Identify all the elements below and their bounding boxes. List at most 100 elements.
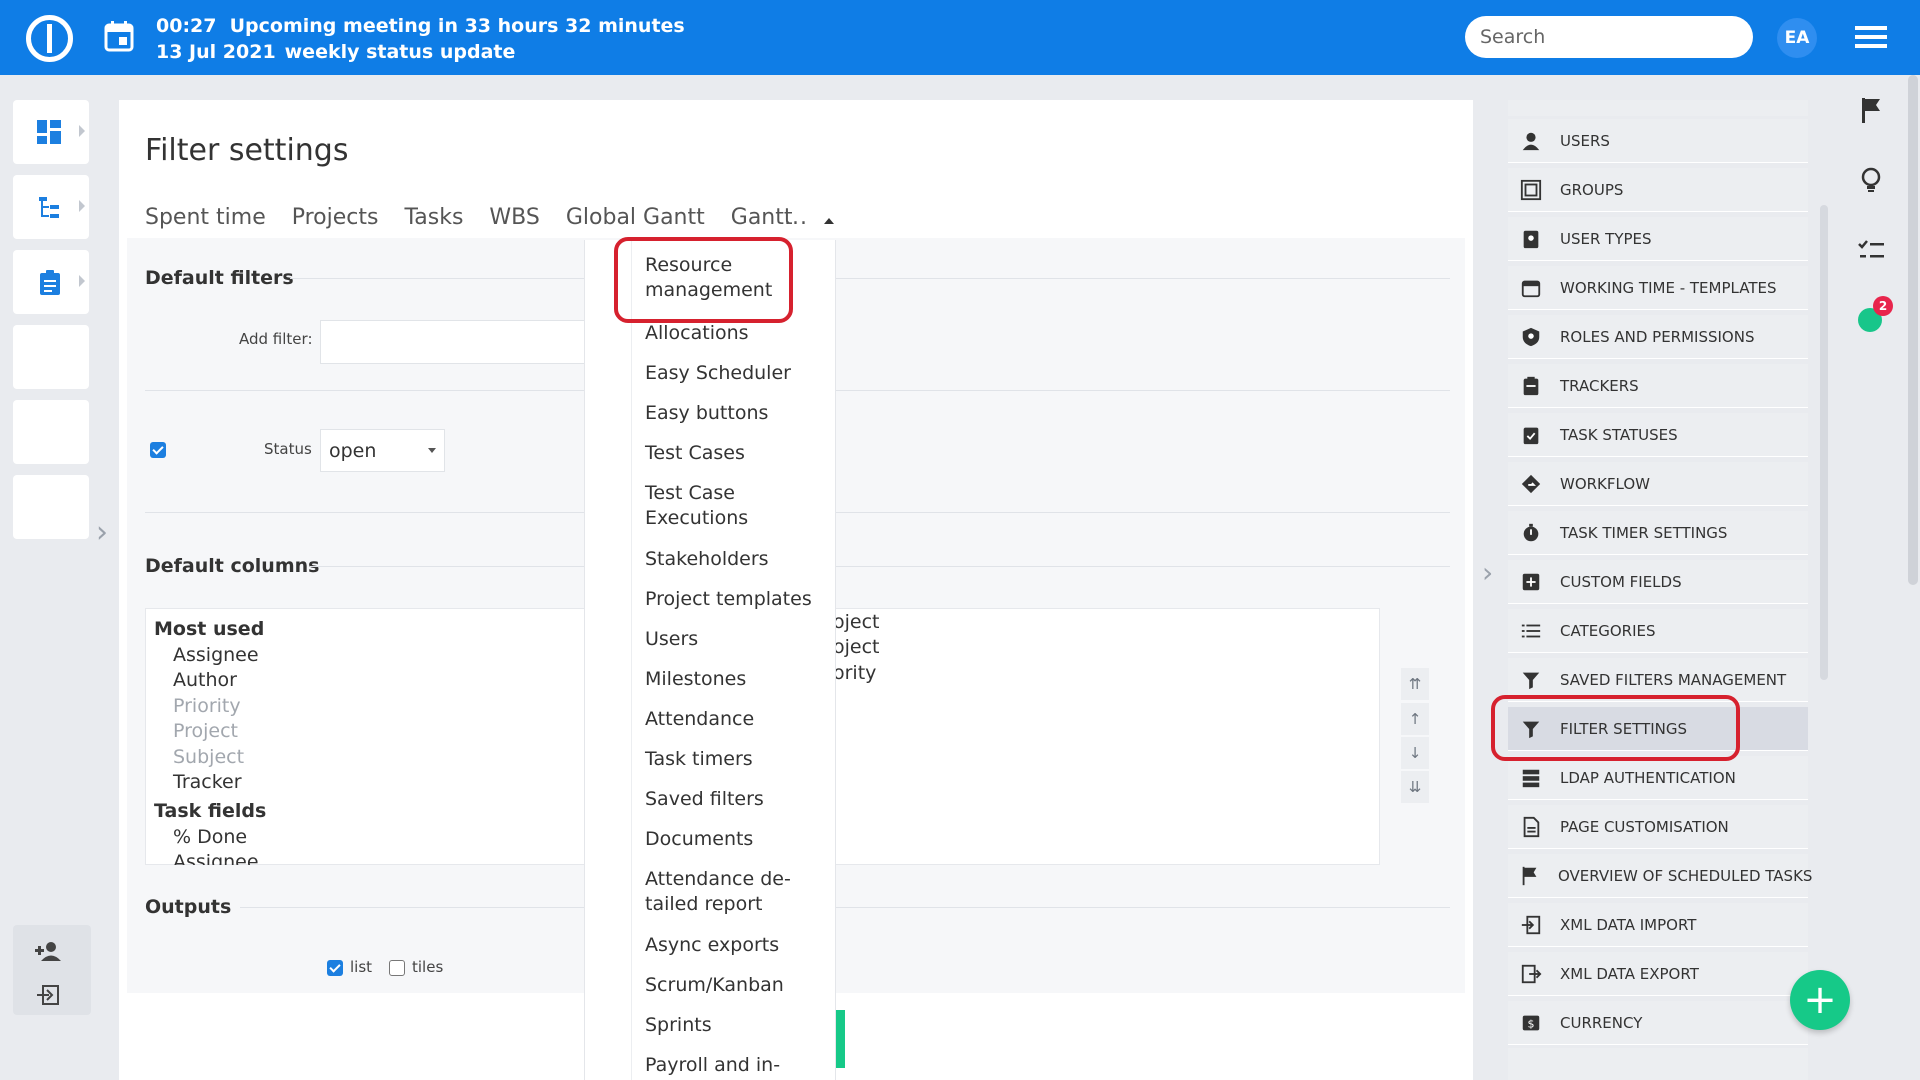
avatar[interactable]: EA — [1777, 18, 1817, 58]
selected-column[interactable]: oject — [833, 636, 880, 658]
nav-slot[interactable] — [13, 325, 89, 389]
wbs-nav[interactable] — [13, 175, 89, 239]
dropdown-item[interactable]: Documents — [645, 827, 753, 852]
dropdown-item[interactable]: Payroll and in- — [645, 1053, 780, 1078]
admin-item-label: TASK TIMER SETTINGS — [1560, 523, 1728, 542]
tab-projects[interactable]: Projects — [292, 205, 379, 230]
tab-spent-time[interactable]: Spent time — [145, 205, 266, 230]
default-columns-heading: Default columns — [145, 555, 320, 577]
dashboard-nav[interactable] — [13, 100, 89, 164]
admin-item-working-time-templates[interactable]: WORKING TIME - TEMPLATES — [1508, 266, 1808, 310]
column-option[interactable]: Assignee — [173, 851, 259, 865]
admin-item-xml-data-import[interactable]: XML DATA IMPORT — [1508, 903, 1808, 947]
tab-wbs[interactable]: WBS — [489, 205, 539, 230]
dropdown-item[interactable]: Users — [645, 627, 698, 652]
column-option[interactable]: % Done — [173, 826, 247, 848]
search-input[interactable] — [1465, 16, 1753, 58]
admin-item-ldap-authentication[interactable]: LDAP AUTHENTICATION — [1508, 756, 1808, 800]
admin-item-label: ROLES AND PERMISSIONS — [1560, 327, 1755, 346]
admin-item-task-statuses[interactable]: TASK STATUSES — [1508, 413, 1808, 457]
column-group-most-used: Most used — [154, 618, 265, 640]
timer-count-badge: 2 — [1873, 296, 1893, 316]
checklist-icon[interactable] — [1856, 236, 1886, 266]
admin-item-workflow[interactable]: WORKFLOW — [1508, 462, 1808, 506]
expand-sidebar-chevron-icon[interactable]: › — [96, 515, 108, 550]
collapse-panel-chevron-icon[interactable]: › — [1482, 556, 1493, 589]
tab-tasks[interactable]: Tasks — [404, 205, 463, 230]
dropdown-item[interactable]: Allocations — [645, 321, 749, 346]
column-option[interactable]: Author — [173, 669, 237, 691]
dropdown-item[interactable]: Saved filters — [645, 787, 764, 812]
lightbulb-icon[interactable] — [1856, 165, 1886, 195]
calendar-icon[interactable] — [104, 20, 134, 52]
admin-item-groups[interactable]: GROUPS — [1508, 168, 1808, 212]
admin-item-task-timer-settings[interactable]: TASK TIMER SETTINGS — [1508, 511, 1808, 555]
move-up-button[interactable]: ↑ — [1401, 703, 1429, 735]
column-option[interactable]: Tracker — [173, 771, 242, 793]
admin-item-categories[interactable]: CATEGORIES — [1508, 609, 1808, 653]
admin-item-users[interactable]: USERS — [1508, 119, 1808, 163]
divider — [240, 907, 1450, 908]
admin-item-roles-and-permissions[interactable]: ROLES AND PERMISSIONS — [1508, 315, 1808, 359]
tab-global-gantt[interactable]: Global Gantt — [566, 205, 705, 230]
hamburger-menu-icon[interactable] — [1855, 26, 1887, 50]
output-tiles-checkbox[interactable] — [389, 960, 405, 976]
dropdown-item[interactable]: Milestones — [645, 667, 746, 692]
meeting-time: 00:27 — [156, 15, 217, 37]
admin-item-label: CUSTOM FIELDS — [1560, 572, 1682, 591]
admin-item-currency[interactable]: $ CURRENCY — [1508, 1001, 1808, 1045]
admin-item-custom-fields[interactable]: CUSTOM FIELDS — [1508, 560, 1808, 604]
dropdown-item[interactable]: Scrum/Kanban — [645, 973, 784, 998]
selected-column[interactable]: ority — [833, 662, 876, 684]
output-list-label: list — [350, 958, 373, 976]
output-list-checkbox[interactable] — [327, 960, 343, 976]
add-fab-button[interactable]: + — [1790, 970, 1850, 1030]
move-down-button[interactable]: ↓ — [1401, 737, 1429, 769]
meeting-time-line[interactable]: 00:27 Upcoming meeting in 33 hours 32 mi… — [156, 15, 685, 37]
admin-item-cut[interactable] — [1508, 1048, 1808, 1080]
add-filter-input[interactable] — [320, 320, 620, 364]
add-user-icon[interactable] — [35, 941, 61, 961]
admin-menu-top — [1508, 100, 1808, 116]
status-label: Status — [264, 440, 312, 458]
dropdown-item[interactable]: Project templates — [645, 587, 812, 612]
admin-item-user-types[interactable]: USER TYPES — [1508, 217, 1808, 261]
default-filters-heading: Default filters — [145, 267, 294, 289]
meeting-date-line[interactable]: 13 Jul 2021 weekly status update — [156, 41, 515, 63]
status-checkbox[interactable] — [150, 442, 166, 458]
admin-item-xml-data-export[interactable]: XML DATA EXPORT — [1508, 952, 1808, 996]
dropdown-item[interactable]: Attendance de- tailed report — [645, 867, 791, 917]
dropdown-item[interactable]: Test Cases — [645, 441, 745, 466]
dropdown-item[interactable]: Test Case Executions — [645, 481, 748, 531]
tab-more-button[interactable]: ... — [784, 205, 808, 230]
column-option[interactable]: Assignee — [173, 644, 259, 666]
nav-slot[interactable] — [13, 400, 89, 464]
move-top-button[interactable]: ⇈ — [1401, 668, 1429, 700]
page-scrollbar[interactable] — [1908, 75, 1918, 585]
tasks-nav[interactable] — [13, 250, 89, 314]
status-select[interactable]: open — [320, 429, 445, 472]
nav-slot[interactable] — [13, 475, 89, 539]
dropdown-item[interactable]: Task timers — [645, 747, 753, 772]
admin-item-trackers[interactable]: TRACKERS — [1508, 364, 1808, 408]
dropdown-item[interactable]: Easy buttons — [645, 401, 768, 426]
admin-item-label: USER TYPES — [1560, 229, 1652, 248]
caret-up-icon[interactable] — [824, 218, 834, 224]
selected-column[interactable]: oject — [833, 611, 880, 633]
dropdown-item[interactable]: Easy Scheduler — [645, 361, 791, 386]
dropdown-item[interactable]: Attendance — [645, 707, 754, 732]
admin-item-overview-of-scheduled-tasks[interactable]: OVERVIEW OF SCHEDULED TASKS — [1508, 854, 1812, 898]
flag-icon — [1519, 864, 1541, 888]
export-icon — [1519, 962, 1543, 986]
calendar-icon — [1519, 276, 1543, 300]
page-icon — [1519, 815, 1543, 839]
dropdown-item[interactable]: Stakeholders — [645, 547, 769, 572]
app-logo-icon[interactable] — [26, 15, 73, 62]
flag-icon[interactable] — [1856, 95, 1886, 125]
admin-item-page-customisation[interactable]: PAGE CUSTOMISATION — [1508, 805, 1808, 849]
move-bottom-button[interactable]: ⇊ — [1401, 771, 1429, 803]
logout-icon[interactable] — [37, 985, 59, 1005]
dropdown-item[interactable]: Sprints — [645, 1013, 712, 1038]
admin-menu-scrollbar[interactable] — [1820, 205, 1828, 680]
dropdown-item[interactable]: Async exports — [645, 933, 779, 958]
